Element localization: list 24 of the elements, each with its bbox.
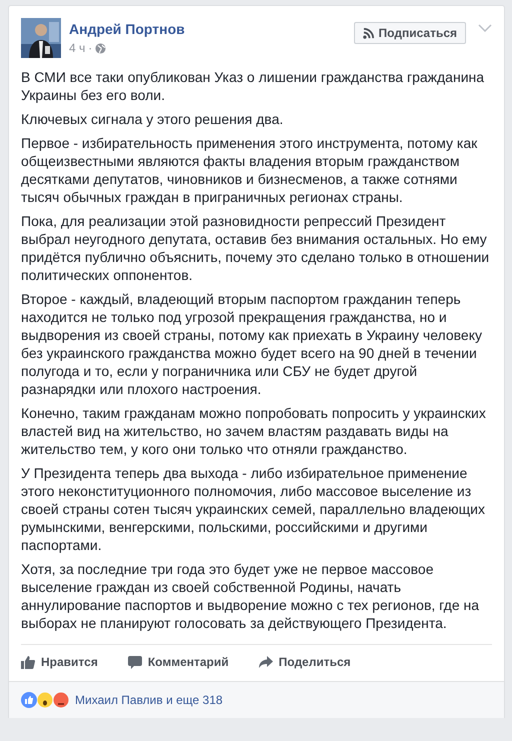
reactions-summary[interactable]: Михаил Павлив и еще 318: [75, 693, 223, 707]
rss-icon: [362, 28, 374, 38]
post-paragraph: Первое - избирательность применения этого инструмента, потому как общеизвестными являются факты владения вторым гражданством десятками депутатов, чиновников и бизнесменов, а также сотнями тысяч обычных граждан в приграничных регионах страны.: [21, 134, 478, 206]
surprised-reaction-icon: [37, 692, 53, 708]
post-paragraph: Ключевых сигнала у этого решения два.: [21, 110, 284, 128]
post-paragraph: Конечно, таким гражданам можно попробовать попросить у украинских властей вид на жительство, но зачем властям раздавать виды на жительство тем, у кого они только что отняли гражданство.: [21, 404, 487, 458]
author-name[interactable]: Андрей Портнов: [69, 21, 346, 37]
separator: ·: [88, 41, 92, 55]
like-reaction-icon: [21, 692, 37, 708]
post-paragraph: Второе - каждый, владеющий вторым паспортом гражданин теперь находится не только под угрозой прекращения гражданства, но и выдворения из своей страны, потому как приехать в Украину человеку без украинского гражданства можно будет всего на 90 дней в течении полугода и то, если у пограничника или СБУ не будет другой разнарядки или плохого настроения.: [21, 290, 483, 398]
like-button[interactable]: Нравится: [21, 651, 98, 673]
globe-icon: [95, 42, 106, 54]
speech-bubble-icon: [128, 655, 142, 669]
follow-button[interactable]: Подписаться: [354, 22, 466, 44]
thumbs-up-icon: [21, 655, 35, 669]
post-paragraph: В СМИ все таки опубликован Указ о лишении гражданства гражданина Украины без его воли.: [21, 68, 486, 104]
share-button[interactable]: Поделиться: [258, 651, 351, 673]
share-arrow-icon: [258, 655, 273, 669]
angry-reaction-icon: [53, 692, 69, 708]
chevron-down-icon[interactable]: [478, 24, 492, 32]
post-paragraph: Хотя, за последние три года это будет уже не первое массовое выселение граждан из своей собственной Родины, начать аннулирование паспортов и выдворение можно с тех регионов, где на выборах не планируют голосовать за действующего Президента.: [21, 560, 480, 632]
comment-button[interactable]: Комментарий: [128, 651, 229, 673]
post-paragraph: У Президента теперь два выхода - либо избирательное применение этого неконституционного полномочия, либо массовое выселение из своей страны сотен тысяч украинских семей, параллельно владеющих румынскими, венгерскими, польскими, российскими и другими паспортами.: [21, 464, 486, 554]
post-paragraph: Пока, для реализации этой разновидности репрессий Президент выбрал неугодного депутата, оставив без внимания остальных. Но ему придётся публично объяснить, почему это сделано только в отношении политических оппонентов.: [21, 212, 490, 284]
